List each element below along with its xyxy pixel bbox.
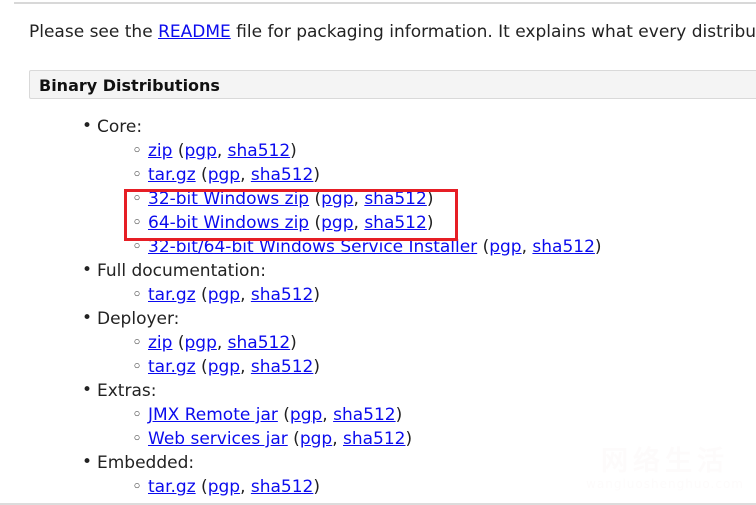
- distribution-entry-list: zip (pgp, sha512)tar.gz (pgp, sha512): [97, 331, 756, 379]
- watermark-secondary: wangluoshenghuo.com: [586, 477, 744, 491]
- distribution-group: Core:zip (pgp, sha512)tar.gz (pgp, sha51…: [97, 115, 756, 259]
- distribution-group-label: Full documentation:: [97, 259, 756, 283]
- paren-close: ): [406, 429, 413, 449]
- paren-open: (: [196, 285, 208, 305]
- paren-open: (: [196, 357, 208, 377]
- paren-close: ): [313, 165, 320, 185]
- sha512-checksum-link[interactable]: sha512: [532, 237, 595, 257]
- intro-text-before: Please see the: [29, 22, 158, 42]
- distribution-entry: 32-bit/64-bit Windows Service Installer …: [148, 235, 756, 259]
- sha512-checksum-link[interactable]: sha512: [228, 333, 291, 353]
- sha512-checksum-link[interactable]: sha512: [364, 189, 427, 209]
- distribution-group: Extras:JMX Remote jar (pgp, sha512)Web s…: [97, 379, 756, 451]
- paren-close: ): [396, 405, 403, 425]
- pgp-signature-link[interactable]: pgp: [208, 477, 240, 497]
- distribution-group-label: Extras:: [97, 379, 756, 403]
- download-link[interactable]: zip: [148, 141, 172, 161]
- distribution-group-label: Core:: [97, 115, 756, 139]
- distribution-entry: tar.gz (pgp, sha512): [148, 283, 756, 307]
- pgp-signature-link[interactable]: pgp: [208, 165, 240, 185]
- paren-open: (: [172, 141, 184, 161]
- distribution-entry: tar.gz (pgp, sha512): [148, 163, 756, 187]
- pgp-signature-link[interactable]: pgp: [208, 285, 240, 305]
- separator-comma: ,: [354, 213, 365, 233]
- distribution-group: Full documentation:tar.gz (pgp, sha512): [97, 259, 756, 307]
- separator-comma: ,: [217, 141, 228, 161]
- separator-comma: ,: [354, 189, 365, 209]
- distribution-entry: 64-bit Windows zip (pgp, sha512): [148, 211, 756, 235]
- intro-text-after: file for packaging information. It expla…: [231, 22, 756, 42]
- sha512-checksum-link[interactable]: sha512: [333, 405, 396, 425]
- distribution-entry-list: zip (pgp, sha512)tar.gz (pgp, sha512)32-…: [97, 139, 756, 259]
- pgp-signature-link[interactable]: pgp: [300, 429, 332, 449]
- download-link[interactable]: Web services jar: [148, 429, 288, 449]
- distribution-entry: zip (pgp, sha512): [148, 139, 756, 163]
- download-link[interactable]: 32-bit/64-bit Windows Service Installer: [148, 237, 477, 257]
- separator-comma: ,: [240, 357, 251, 377]
- distribution-group-label: Deployer:: [97, 307, 756, 331]
- intro-paragraph: Please see the README file for packaging…: [29, 21, 756, 43]
- sha512-checksum-link[interactable]: sha512: [228, 141, 291, 161]
- download-link[interactable]: JMX Remote jar: [148, 405, 278, 425]
- pgp-signature-link[interactable]: pgp: [489, 237, 521, 257]
- section-heading-binary-distributions: Binary Distributions: [29, 70, 756, 99]
- paren-close: ): [595, 237, 602, 257]
- download-link[interactable]: zip: [148, 333, 172, 353]
- paren-open: (: [196, 477, 208, 497]
- sha512-checksum-link[interactable]: sha512: [364, 213, 427, 233]
- top-divider: [14, 2, 756, 4]
- download-link[interactable]: 32-bit Windows zip: [148, 189, 309, 209]
- watermark: 网络生活 wangluoshenghuo.com: [586, 447, 744, 491]
- paren-open: (: [288, 429, 300, 449]
- pgp-signature-link[interactable]: pgp: [321, 189, 353, 209]
- paren-open: (: [477, 237, 489, 257]
- download-link[interactable]: tar.gz: [148, 285, 196, 305]
- paren-close: ): [313, 477, 320, 497]
- page-root: Please see the README file for packaging…: [0, 0, 756, 505]
- paren-open: (: [309, 189, 321, 209]
- pgp-signature-link[interactable]: pgp: [321, 213, 353, 233]
- download-link[interactable]: tar.gz: [148, 357, 196, 377]
- watermark-primary: 网络生活: [586, 447, 744, 477]
- separator-comma: ,: [240, 477, 251, 497]
- sha512-checksum-link[interactable]: sha512: [251, 477, 314, 497]
- pgp-signature-link[interactable]: pgp: [208, 357, 240, 377]
- sha512-checksum-link[interactable]: sha512: [251, 357, 314, 377]
- distribution-list: Core:zip (pgp, sha512)tar.gz (pgp, sha51…: [0, 115, 756, 499]
- distribution-entry-list: tar.gz (pgp, sha512): [97, 283, 756, 307]
- download-link[interactable]: tar.gz: [148, 477, 196, 497]
- distribution-entry-list: JMX Remote jar (pgp, sha512)Web services…: [97, 403, 756, 451]
- separator-comma: ,: [332, 429, 343, 449]
- sha512-checksum-link[interactable]: sha512: [251, 165, 314, 185]
- sha512-checksum-link[interactable]: sha512: [343, 429, 406, 449]
- separator-comma: ,: [240, 165, 251, 185]
- separator-comma: ,: [522, 237, 533, 257]
- sha512-checksum-link[interactable]: sha512: [251, 285, 314, 305]
- pgp-signature-link[interactable]: pgp: [290, 405, 322, 425]
- paren-close: ): [290, 333, 297, 353]
- paren-close: ): [290, 141, 297, 161]
- download-link[interactable]: 64-bit Windows zip: [148, 213, 309, 233]
- download-link[interactable]: tar.gz: [148, 165, 196, 185]
- separator-comma: ,: [217, 333, 228, 353]
- paren-open: (: [196, 165, 208, 185]
- distribution-entry: JMX Remote jar (pgp, sha512): [148, 403, 756, 427]
- distribution-group: Deployer:zip (pgp, sha512)tar.gz (pgp, s…: [97, 307, 756, 379]
- distribution-entry: zip (pgp, sha512): [148, 331, 756, 355]
- paren-close: ): [427, 189, 434, 209]
- paren-open: (: [309, 213, 321, 233]
- pgp-signature-link[interactable]: pgp: [184, 141, 216, 161]
- paren-close: ): [427, 213, 434, 233]
- paren-close: ): [313, 357, 320, 377]
- paren-open: (: [278, 405, 290, 425]
- pgp-signature-link[interactable]: pgp: [184, 333, 216, 353]
- separator-comma: ,: [240, 285, 251, 305]
- distribution-entry: tar.gz (pgp, sha512): [148, 355, 756, 379]
- separator-comma: ,: [322, 405, 333, 425]
- distribution-entry: 32-bit Windows zip (pgp, sha512): [148, 187, 756, 211]
- paren-open: (: [172, 333, 184, 353]
- paren-close: ): [313, 285, 320, 305]
- readme-link[interactable]: README: [158, 22, 231, 42]
